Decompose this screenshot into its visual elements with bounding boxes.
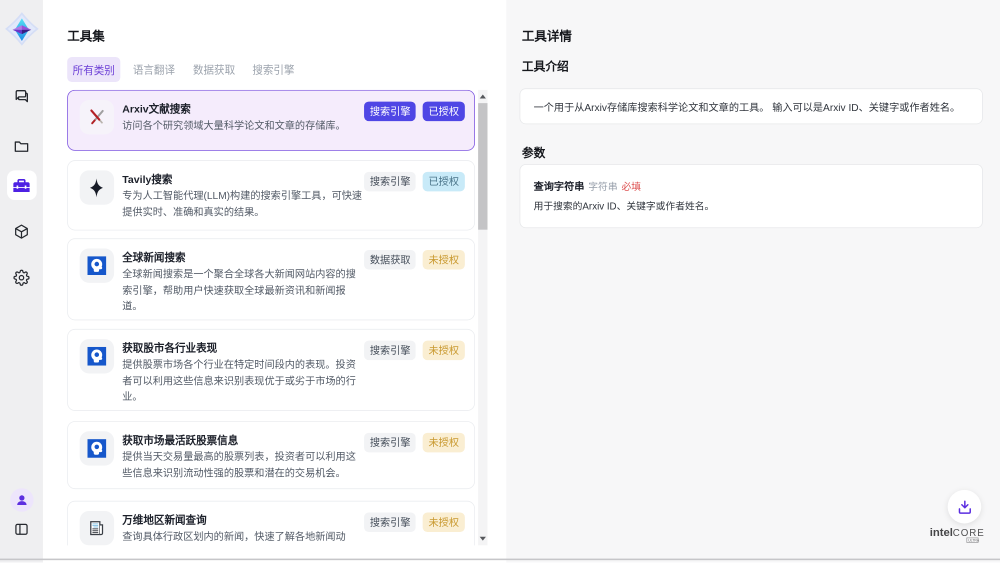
svg-text:ULTRA: ULTRA <box>968 539 980 543</box>
svg-text:intel: intel <box>930 527 953 539</box>
svg-text:CORE: CORE <box>953 528 985 539</box>
